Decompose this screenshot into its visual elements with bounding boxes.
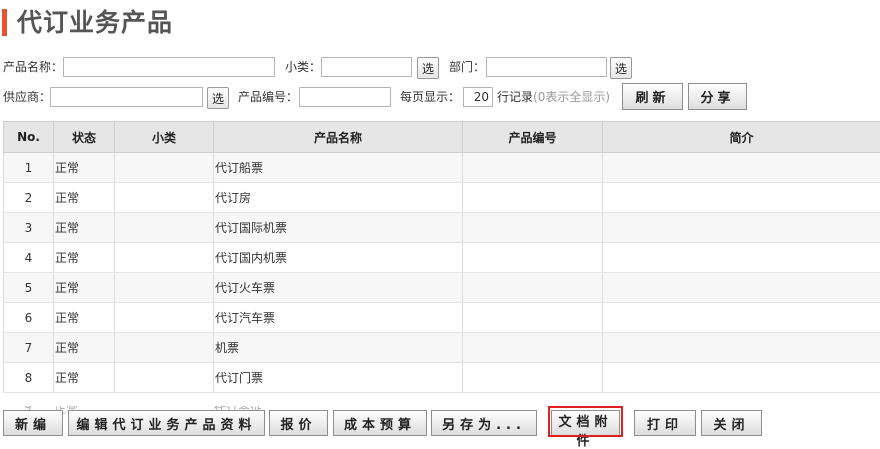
cell-intro: [603, 273, 880, 303]
cell-product-code: [463, 303, 603, 333]
cell-product-code: [463, 333, 603, 363]
cell-product-name[interactable]: 代订房: [214, 183, 463, 213]
cell-status: 正常: [54, 243, 115, 273]
cell-status: 正常: [54, 273, 115, 303]
product-code-label: 产品编号：: [238, 87, 298, 107]
col-header-product-code[interactable]: 产品编号: [463, 122, 603, 153]
title-accent-bar: [2, 9, 7, 36]
cell-product-code: [463, 363, 603, 393]
attachments-button[interactable]: 文档附件: [551, 410, 620, 436]
product-table: No. 状态 小类 产品名称 产品编号 简介 1 正常 代订船票 2 正常: [3, 121, 880, 406]
cell-no: 5: [4, 273, 54, 303]
cell-intro: [603, 363, 880, 393]
cell-subcategory: [115, 303, 214, 333]
save-as-button[interactable]: 另存为...: [431, 410, 537, 436]
cell-product-code: [463, 183, 603, 213]
per-page-hint: (0表示全显示): [533, 90, 610, 104]
cell-intro: [603, 333, 880, 363]
cell-product-name[interactable]: 代订火车票: [214, 273, 463, 303]
supplier-input[interactable]: [50, 87, 203, 107]
department-label: 部门：: [449, 57, 485, 77]
cell-product-name[interactable]: 机票: [214, 333, 463, 363]
cell-status: 正常: [54, 213, 115, 243]
cell-product-name[interactable]: 代订国内机票: [214, 243, 463, 273]
table-header-row: No. 状态 小类 产品名称 产品编号 简介: [4, 122, 880, 153]
cell-subcategory: [115, 363, 214, 393]
subcategory-label: 小类：: [285, 57, 321, 77]
col-header-intro[interactable]: 简介: [603, 122, 880, 153]
quote-button[interactable]: 报价: [269, 410, 328, 436]
cell-intro: [603, 303, 880, 333]
product-code-input[interactable]: [299, 87, 391, 107]
cell-intro: [603, 183, 880, 213]
table-row[interactable]: 8 正常 代订门票: [4, 363, 880, 393]
table-row[interactable]: 1 正常 代订船票: [4, 153, 880, 183]
col-header-subcategory[interactable]: 小类: [115, 122, 214, 153]
cell-status: 正常: [54, 363, 115, 393]
share-button[interactable]: 分享: [688, 83, 747, 110]
close-button[interactable]: 关闭: [701, 410, 762, 436]
cell-product-name[interactable]: 代订汽车票: [214, 303, 463, 333]
supplier-select-button[interactable]: 选: [207, 87, 229, 109]
cell-subcategory: [115, 213, 214, 243]
cell-subcategory: [115, 183, 214, 213]
print-button[interactable]: 打印: [634, 410, 696, 436]
cell-subcategory: [115, 243, 214, 273]
col-header-status[interactable]: 状态: [54, 122, 115, 153]
cell-subcategory: [115, 333, 214, 363]
cell-no: 6: [4, 303, 54, 333]
cell-product-name[interactable]: 代订船票: [214, 153, 463, 183]
cell-no: 8: [4, 363, 54, 393]
table-row[interactable]: 6 正常 代订汽车票: [4, 303, 880, 333]
col-header-product-name[interactable]: 产品名称: [214, 122, 463, 153]
refresh-button[interactable]: 刷新: [622, 83, 683, 110]
table-row[interactable]: 2 正常 代订房: [4, 183, 880, 213]
subcategory-select-button[interactable]: 选: [417, 57, 439, 79]
cell-subcategory: [115, 273, 214, 303]
product-name-input[interactable]: [63, 57, 275, 77]
cell-intro: [603, 213, 880, 243]
cell-intro: [603, 243, 880, 273]
cell-product-code: [463, 243, 603, 273]
cell-product-code: [463, 153, 603, 183]
per-page-label: 每页显示：: [400, 87, 460, 107]
cell-intro: [603, 153, 880, 183]
table-row[interactable]: 4 正常 代订国内机票: [4, 243, 880, 273]
subcategory-input[interactable]: [321, 57, 412, 77]
cell-no: 7: [4, 333, 54, 363]
supplier-label: 供应商：: [3, 87, 51, 107]
cell-subcategory: [115, 153, 214, 183]
col-header-no[interactable]: No.: [4, 122, 54, 153]
table-row[interactable]: 3 正常 代订国际机票: [4, 213, 880, 243]
page-title: 代订业务产品: [17, 5, 173, 41]
cell-status: 正常: [54, 303, 115, 333]
per-page-input[interactable]: [463, 87, 493, 107]
edit-product-button[interactable]: 编辑代订业务产品资料: [68, 410, 265, 436]
cell-product-name[interactable]: 代订国际机票: [214, 213, 463, 243]
product-name-label: 产品名称：: [3, 57, 63, 77]
cell-product-name[interactable]: 代订门票: [214, 363, 463, 393]
cell-product-code: [463, 213, 603, 243]
cell-status: 正常: [54, 153, 115, 183]
per-page-suffix: 行记录(0表示全显示): [497, 87, 610, 107]
cell-no: 1: [4, 153, 54, 183]
cell-no: 3: [4, 213, 54, 243]
cost-budget-button[interactable]: 成本预算: [333, 410, 427, 436]
cell-status: 正常: [54, 183, 115, 213]
department-select-button[interactable]: 选: [610, 57, 632, 79]
table-row[interactable]: 7 正常 机票: [4, 333, 880, 363]
new-button[interactable]: 新编: [3, 410, 63, 436]
department-input[interactable]: [486, 57, 607, 77]
cell-product-code: [463, 273, 603, 303]
cell-no: 4: [4, 243, 54, 273]
cell-no: 2: [4, 183, 54, 213]
table-row[interactable]: 5 正常 代订火车票: [4, 273, 880, 303]
per-page-suffix-text: 行记录: [497, 90, 533, 104]
cell-status: 正常: [54, 333, 115, 363]
